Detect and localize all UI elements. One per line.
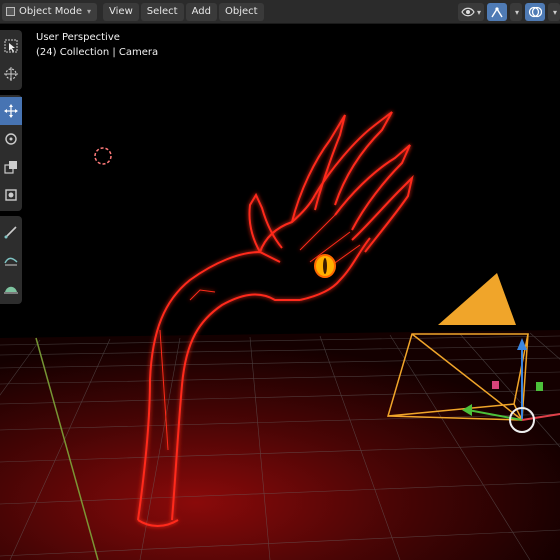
tool-move[interactable] <box>0 97 22 125</box>
gizmo-icon <box>491 7 503 18</box>
tool-shelf <box>0 30 22 309</box>
menu-object[interactable]: Object <box>218 2 264 21</box>
tool-annotate[interactable] <box>0 218 22 246</box>
cursor-icon <box>4 67 18 81</box>
tool-transform[interactable] <box>0 181 22 209</box>
overlay-icon <box>528 6 542 18</box>
move-icon <box>4 104 18 118</box>
object-mode-icon <box>6 7 15 16</box>
floor-plane <box>0 330 560 560</box>
chevron-down-icon: ▾ <box>476 7 481 17</box>
eye-icon <box>461 7 475 17</box>
add-cube-icon <box>4 286 18 294</box>
overlay-dropdown[interactable]: ▾ <box>547 3 560 21</box>
select-box-icon <box>4 39 18 53</box>
mode-select[interactable]: Object Mode ▾ <box>2 2 98 21</box>
annotate-icon <box>4 226 17 239</box>
perspective-label: User Perspective <box>36 32 120 43</box>
menu-view[interactable]: View <box>103 2 139 21</box>
viewport-info: User Perspective (24) Collection | Camer… <box>36 30 158 60</box>
chevron-down-icon: ▾ <box>87 7 92 16</box>
visibility-button[interactable]: ▾ <box>457 3 484 21</box>
viewport-header: Object Mode ▾ View Select Add Object ▾ ▾ <box>0 0 560 24</box>
rotate-icon <box>5 133 17 145</box>
scale-icon <box>4 161 17 174</box>
tool-select-box[interactable] <box>0 32 22 60</box>
tool-measure[interactable] <box>0 246 22 274</box>
chevron-down-icon: ▾ <box>514 7 519 17</box>
menu-select[interactable]: Select <box>140 2 184 21</box>
measure-icon <box>4 257 18 266</box>
tool-scale[interactable] <box>0 153 22 181</box>
gizmo-dropdown[interactable]: ▾ <box>509 3 522 21</box>
tool-cursor[interactable] <box>0 60 22 88</box>
transform-icon <box>5 189 17 201</box>
viewport-scene[interactable] <box>0 0 560 560</box>
tool-add-cube[interactable] <box>0 274 22 302</box>
gizmo-toggle[interactable] <box>486 3 507 21</box>
collection-label: (24) Collection | Camera <box>36 47 159 58</box>
tool-rotate[interactable] <box>0 125 22 153</box>
menu-add[interactable]: Add <box>185 2 217 21</box>
mode-label: Object Mode <box>19 6 82 17</box>
chevron-down-icon: ▾ <box>552 7 557 17</box>
overlay-toggle[interactable] <box>524 3 545 21</box>
